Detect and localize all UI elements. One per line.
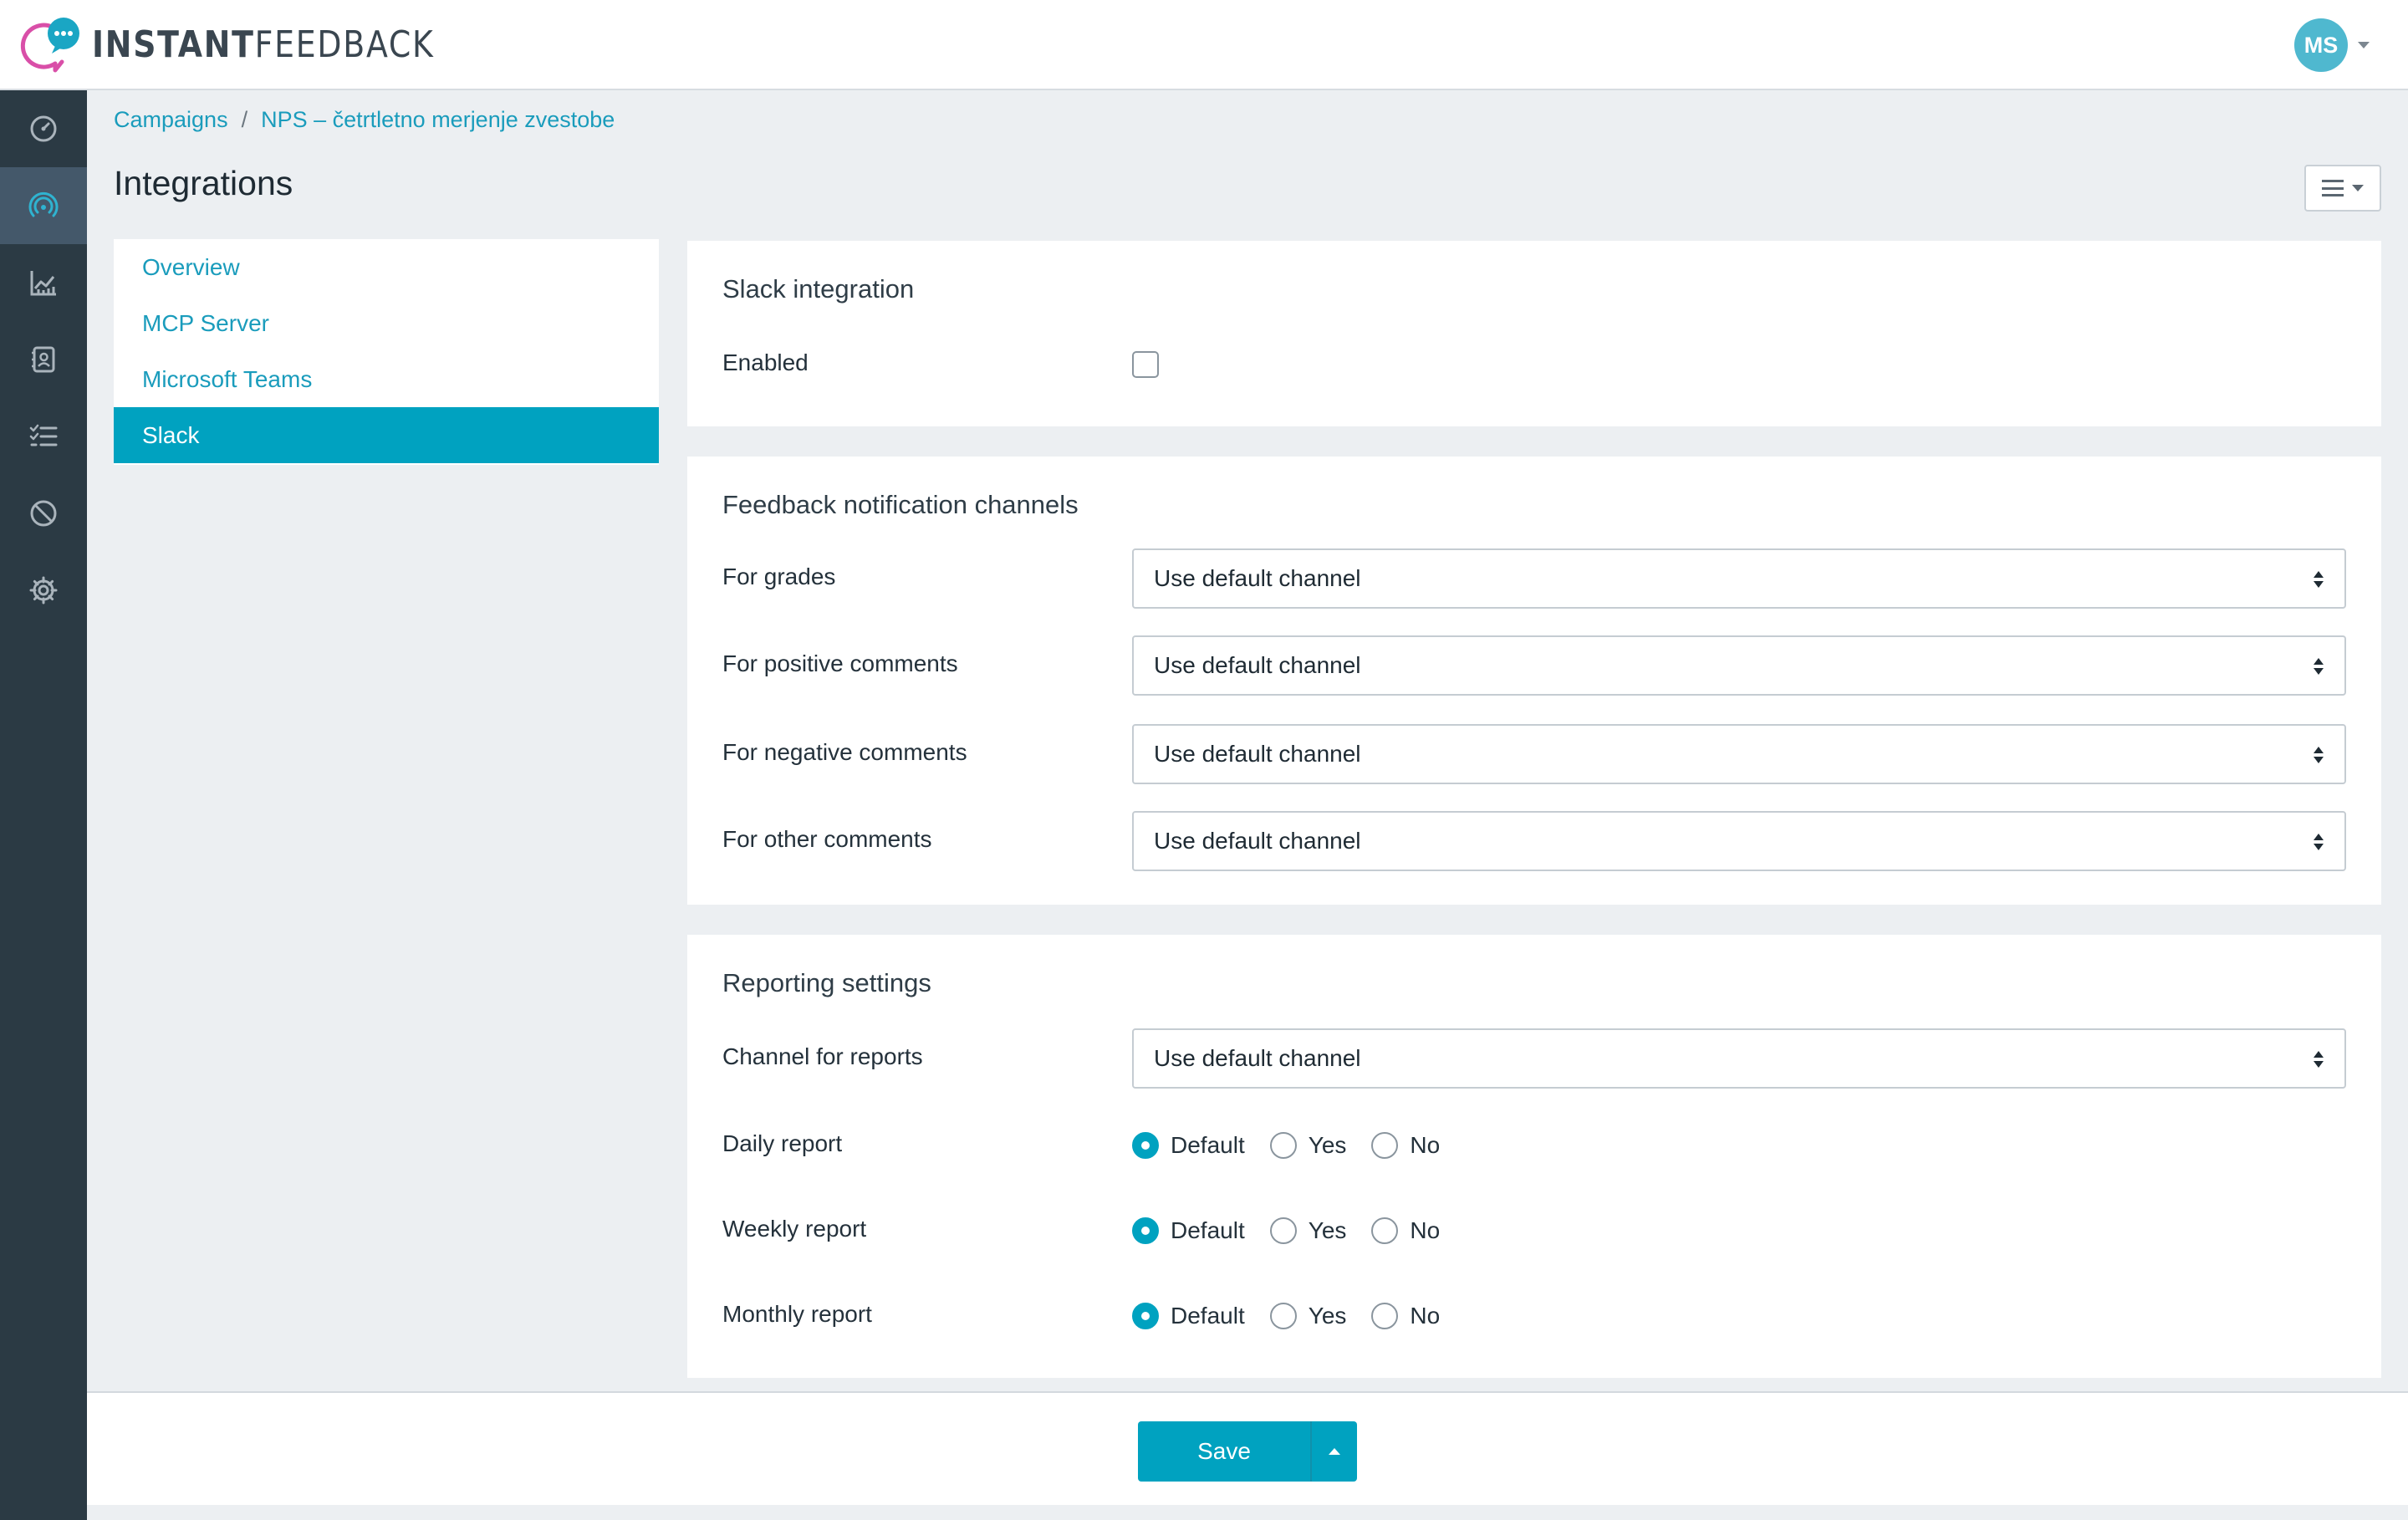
negative-comments-channel-select[interactable]: Use default channel xyxy=(1132,724,2346,784)
select-value: Use default channel xyxy=(1154,828,1361,854)
save-options-toggle[interactable] xyxy=(1310,1421,1357,1482)
negative-comments-channel-label: For negative comments xyxy=(722,739,967,765)
chevron-up-icon xyxy=(1329,1448,1340,1455)
page-title: Integrations xyxy=(114,164,293,202)
select-value: Use default channel xyxy=(1154,565,1361,591)
sidebar-item-campaigns[interactable] xyxy=(0,167,87,244)
reports-channel-label: Channel for reports xyxy=(722,1043,923,1069)
select-value: Use default channel xyxy=(1154,1045,1361,1071)
panel-title: Reporting settings xyxy=(722,968,931,997)
monthly-report-no-radio[interactable]: No xyxy=(1371,1303,1440,1329)
monthly-report-radio-group: Default Yes No xyxy=(1132,1303,1465,1329)
top-header: INSTANTFEEDBACK MS xyxy=(0,0,2408,90)
app-logo[interactable]: INSTANTFEEDBACK xyxy=(18,15,490,74)
sidebar-item-contacts[interactable] xyxy=(0,321,87,398)
subnav-item-microsoft-teams[interactable]: Microsoft Teams xyxy=(114,351,659,407)
panel-title: Slack integration xyxy=(722,274,915,303)
subnav-item-overview[interactable]: Overview xyxy=(114,239,659,295)
analytics-chart-icon xyxy=(30,271,56,296)
notification-channels-panel: Feedback notification channels For grade… xyxy=(687,457,2381,905)
monthly-report-label: Monthly report xyxy=(722,1301,872,1327)
radio-checked-icon xyxy=(1132,1303,1159,1329)
sort-arrows-icon xyxy=(2314,747,2324,763)
subnav-item-slack[interactable]: Slack xyxy=(114,407,659,463)
enabled-label: Enabled xyxy=(722,349,809,375)
sort-arrows-icon xyxy=(2314,834,2324,850)
sidebar-item-blocked[interactable] xyxy=(0,475,87,552)
monthly-report-default-radio[interactable]: Default xyxy=(1132,1303,1245,1329)
sidebar-item-analytics[interactable] xyxy=(0,244,87,321)
campaigns-broadcast-icon xyxy=(28,191,59,217)
hamburger-icon xyxy=(2322,180,2344,196)
breadcrumb-campaigns-link[interactable]: Campaigns xyxy=(114,107,228,133)
weekly-report-radio-group: Default Yes No xyxy=(1132,1217,1465,1244)
panel-title: Feedback notification channels xyxy=(722,490,1079,519)
blocked-icon xyxy=(30,500,57,527)
integrations-subnav: Overview MCP Server Microsoft Teams Slac… xyxy=(114,239,659,465)
daily-report-default-radio[interactable]: Default xyxy=(1132,1132,1245,1159)
left-sidebar xyxy=(0,90,87,1520)
dashboard-gauge-icon xyxy=(30,115,57,142)
daily-report-radio-group: Default Yes No xyxy=(1132,1132,1465,1159)
sidebar-item-dashboard[interactable] xyxy=(0,90,87,167)
logo-wordmark: INSTANTFEEDBACK xyxy=(92,23,435,66)
user-menu[interactable]: MS xyxy=(2294,18,2370,72)
weekly-report-default-radio[interactable]: Default xyxy=(1132,1217,1245,1244)
daily-report-no-radio[interactable]: No xyxy=(1371,1132,1440,1159)
slack-integration-panel: Slack integration Enabled xyxy=(687,241,2381,426)
checklist-icon xyxy=(29,424,58,446)
weekly-report-label: Weekly report xyxy=(722,1216,867,1242)
breadcrumb-separator: / xyxy=(241,107,248,132)
reports-channel-select[interactable]: Use default channel xyxy=(1132,1028,2346,1089)
sort-arrows-icon xyxy=(2314,658,2324,675)
enabled-checkbox[interactable] xyxy=(1132,351,1159,378)
subnav-item-mcp-server[interactable]: MCP Server xyxy=(114,295,659,351)
radio-unchecked-icon xyxy=(1269,1303,1297,1329)
settings-gear-icon xyxy=(29,576,58,604)
sort-arrows-icon xyxy=(2314,571,2324,588)
weekly-report-yes-radio[interactable]: Yes xyxy=(1269,1217,1346,1244)
page-actions-menu-button[interactable] xyxy=(2304,165,2381,212)
select-value: Use default channel xyxy=(1154,741,1361,767)
save-button-group: Save xyxy=(1138,1421,1357,1482)
radio-unchecked-icon xyxy=(1371,1132,1399,1159)
reporting-settings-panel: Reporting settings Channel for reports U… xyxy=(687,935,2381,1378)
select-value: Use default channel xyxy=(1154,652,1361,678)
positive-comments-channel-select[interactable]: Use default channel xyxy=(1132,635,2346,696)
radio-unchecked-icon xyxy=(1371,1303,1399,1329)
logo-chat-bubbles-icon xyxy=(18,15,84,74)
contacts-book-icon xyxy=(32,346,55,373)
daily-report-yes-radio[interactable]: Yes xyxy=(1269,1132,1346,1159)
sort-arrows-icon xyxy=(2314,1051,2324,1068)
grades-channel-label: For grades xyxy=(722,564,836,589)
other-comments-channel-label: For other comments xyxy=(722,826,932,852)
daily-report-label: Daily report xyxy=(722,1130,843,1156)
other-comments-channel-select[interactable]: Use default channel xyxy=(1132,811,2346,871)
monthly-report-yes-radio[interactable]: Yes xyxy=(1269,1303,1346,1329)
radio-unchecked-icon xyxy=(1269,1217,1297,1244)
sidebar-item-tasks[interactable] xyxy=(0,398,87,475)
radio-checked-icon xyxy=(1132,1217,1159,1244)
radio-unchecked-icon xyxy=(1269,1132,1297,1159)
sidebar-item-settings[interactable] xyxy=(0,552,87,629)
breadcrumb: Campaigns / NPS – četrtletno merjenje zv… xyxy=(114,107,615,133)
radio-unchecked-icon xyxy=(1371,1217,1399,1244)
positive-comments-channel-label: For positive comments xyxy=(722,650,958,676)
weekly-report-no-radio[interactable]: No xyxy=(1371,1217,1440,1244)
chevron-down-icon xyxy=(2352,185,2364,191)
breadcrumb-campaign-link[interactable]: NPS – četrtletno merjenje zvestobe xyxy=(261,107,615,133)
grades-channel-select[interactable]: Use default channel xyxy=(1132,548,2346,609)
save-button[interactable]: Save xyxy=(1138,1421,1310,1482)
radio-checked-icon xyxy=(1132,1132,1159,1159)
form-footer: Save xyxy=(87,1391,2408,1505)
avatar[interactable]: MS xyxy=(2294,18,2348,72)
chevron-down-icon xyxy=(2358,42,2370,48)
